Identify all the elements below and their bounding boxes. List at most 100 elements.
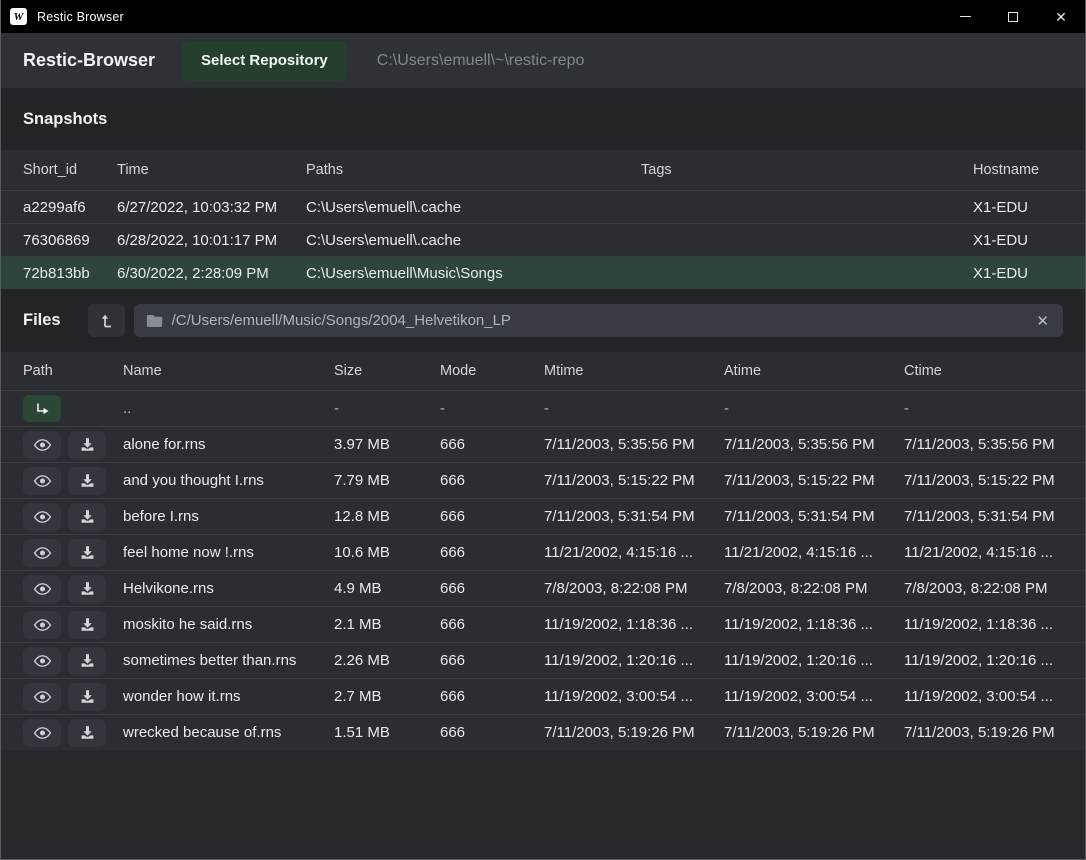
file-mtime: 7/8/2003, 8:22:08 PM (544, 580, 724, 597)
view-file-button[interactable] (23, 683, 61, 711)
file-ctime: - (904, 400, 1063, 417)
download-icon (80, 617, 95, 632)
download-file-button[interactable] (68, 683, 106, 711)
view-file-button[interactable] (23, 719, 61, 747)
file-mode: 666 (440, 436, 544, 453)
file-row[interactable]: wonder how it.rns2.7 MB66611/19/2002, 3:… (1, 678, 1085, 714)
files-col-mtime: Mtime (544, 363, 724, 379)
file-row[interactable]: Helvikone.rns4.9 MB6667/8/2003, 8:22:08 … (1, 570, 1085, 606)
snapshot-short-id: a2299af6 (23, 199, 117, 216)
files-col-mode: Mode (440, 363, 544, 379)
file-mode: 666 (440, 688, 544, 705)
file-mode: 666 (440, 616, 544, 633)
files-col-path: Path (23, 363, 123, 379)
view-file-button[interactable] (23, 611, 61, 639)
snapshots-section-header: Snapshots (1, 88, 1085, 150)
file-name: sometimes better than.rns (123, 652, 334, 669)
snapshot-hostname: X1-EDU (973, 199, 1063, 216)
app-name: Restic-Browser (23, 50, 155, 71)
snapshot-row-selected[interactable]: 72b813bb 6/30/2022, 2:28:09 PM C:\Users\… (1, 256, 1085, 289)
go-up-button[interactable] (23, 395, 61, 422)
eye-icon (33, 510, 52, 524)
snapshots-table-header: Short_id Time Paths Tags Hostname (1, 150, 1085, 190)
files-col-atime: Atime (724, 363, 904, 379)
maximize-button[interactable] (989, 0, 1037, 33)
file-mtime: 11/19/2002, 3:00:54 ... (544, 688, 724, 705)
download-file-button[interactable] (68, 467, 106, 495)
file-ctime: 11/19/2002, 1:18:36 ... (904, 616, 1063, 633)
download-file-button[interactable] (68, 719, 106, 747)
parent-dir-row[interactable]: .. - - - - - (1, 390, 1085, 426)
eye-icon (33, 726, 52, 740)
app-window: W Restic Browser ✕ Restic-Browser Select… (0, 0, 1086, 860)
file-row[interactable]: wrecked because of.rns1.51 MB6667/11/200… (1, 714, 1085, 750)
snapshots-col-time: Time (117, 162, 306, 178)
files-col-ctime: Ctime (904, 363, 1063, 379)
download-icon (80, 545, 95, 560)
download-file-button[interactable] (68, 647, 106, 675)
eye-icon (33, 474, 52, 488)
file-name: Helvikone.rns (123, 580, 334, 597)
snapshot-row[interactable]: 76306869 6/28/2022, 10:01:17 PM C:\Users… (1, 223, 1085, 256)
file-mode: 666 (440, 580, 544, 597)
eye-icon (33, 618, 52, 632)
file-atime: 7/11/2003, 5:19:26 PM (724, 724, 904, 741)
snapshot-time: 6/28/2022, 10:01:17 PM (117, 232, 306, 249)
file-row[interactable]: alone for.rns3.97 MB6667/11/2003, 5:35:5… (1, 426, 1085, 462)
snapshot-hostname: X1-EDU (973, 232, 1063, 249)
view-file-button[interactable] (23, 467, 61, 495)
file-name: moskito he said.rns (123, 616, 334, 633)
file-ctime: 7/11/2003, 5:19:26 PM (904, 724, 1063, 741)
file-mode: - (440, 400, 544, 417)
view-file-button[interactable] (23, 503, 61, 531)
snapshot-row[interactable]: a2299af6 6/27/2022, 10:03:32 PM C:\Users… (1, 190, 1085, 223)
download-file-button[interactable] (68, 575, 106, 603)
close-button[interactable]: ✕ (1037, 0, 1085, 33)
eye-icon (33, 690, 52, 704)
snapshots-col-paths: Paths (306, 162, 641, 178)
select-repository-button[interactable]: Select Repository (182, 41, 347, 81)
file-mode: 666 (440, 724, 544, 741)
file-atime: 11/19/2002, 1:20:16 ... (724, 652, 904, 669)
file-row[interactable]: feel home now !.rns10.6 MB66611/21/2002,… (1, 534, 1085, 570)
view-file-button[interactable] (23, 431, 61, 459)
app-logo-icon: W (10, 8, 27, 25)
clear-path-button[interactable]: ✕ (1034, 312, 1051, 330)
download-file-button[interactable] (68, 611, 106, 639)
file-row[interactable]: moskito he said.rns2.1 MB66611/19/2002, … (1, 606, 1085, 642)
file-size: 12.8 MB (334, 508, 440, 525)
file-atime: - (724, 400, 904, 417)
minimize-button[interactable] (941, 0, 989, 33)
file-size: 2.7 MB (334, 688, 440, 705)
snapshot-paths: C:\Users\emuell\Music\Songs (306, 265, 641, 282)
file-atime: 11/21/2002, 4:15:16 ... (724, 544, 904, 561)
files-section-header: Files /C/Users/emuell/Music/Songs/2004_H… (1, 289, 1085, 352)
file-name: .. (123, 400, 334, 417)
download-file-button[interactable] (68, 503, 106, 531)
file-mtime: - (544, 400, 724, 417)
file-row[interactable]: and you thought I.rns7.79 MB6667/11/2003… (1, 462, 1085, 498)
download-icon (80, 689, 95, 704)
view-file-button[interactable] (23, 647, 61, 675)
view-file-button[interactable] (23, 539, 61, 567)
file-atime: 7/8/2003, 8:22:08 PM (724, 580, 904, 597)
file-mtime: 7/11/2003, 5:19:26 PM (544, 724, 724, 741)
parent-dir-icon (34, 402, 50, 415)
file-mtime: 7/11/2003, 5:15:22 PM (544, 472, 724, 489)
view-file-button[interactable] (23, 575, 61, 603)
file-row[interactable]: before I.rns12.8 MB6667/11/2003, 5:31:54… (1, 498, 1085, 534)
file-ctime: 7/11/2003, 5:35:56 PM (904, 436, 1063, 453)
download-icon (80, 509, 95, 524)
file-row[interactable]: sometimes better than.rns2.26 MB66611/19… (1, 642, 1085, 678)
file-name: and you thought I.rns (123, 472, 334, 489)
snapshot-time: 6/27/2022, 10:03:32 PM (117, 199, 306, 216)
current-path-input[interactable]: /C/Users/emuell/Music/Songs/2004_Helveti… (134, 304, 1063, 337)
download-file-button[interactable] (68, 539, 106, 567)
file-size: 4.9 MB (334, 580, 440, 597)
parent-directory-button[interactable] (88, 304, 125, 337)
download-file-button[interactable] (68, 431, 106, 459)
eye-icon (33, 654, 52, 668)
file-mode: 666 (440, 472, 544, 489)
files-title: Files (23, 311, 61, 330)
file-ctime: 11/21/2002, 4:15:16 ... (904, 544, 1063, 561)
